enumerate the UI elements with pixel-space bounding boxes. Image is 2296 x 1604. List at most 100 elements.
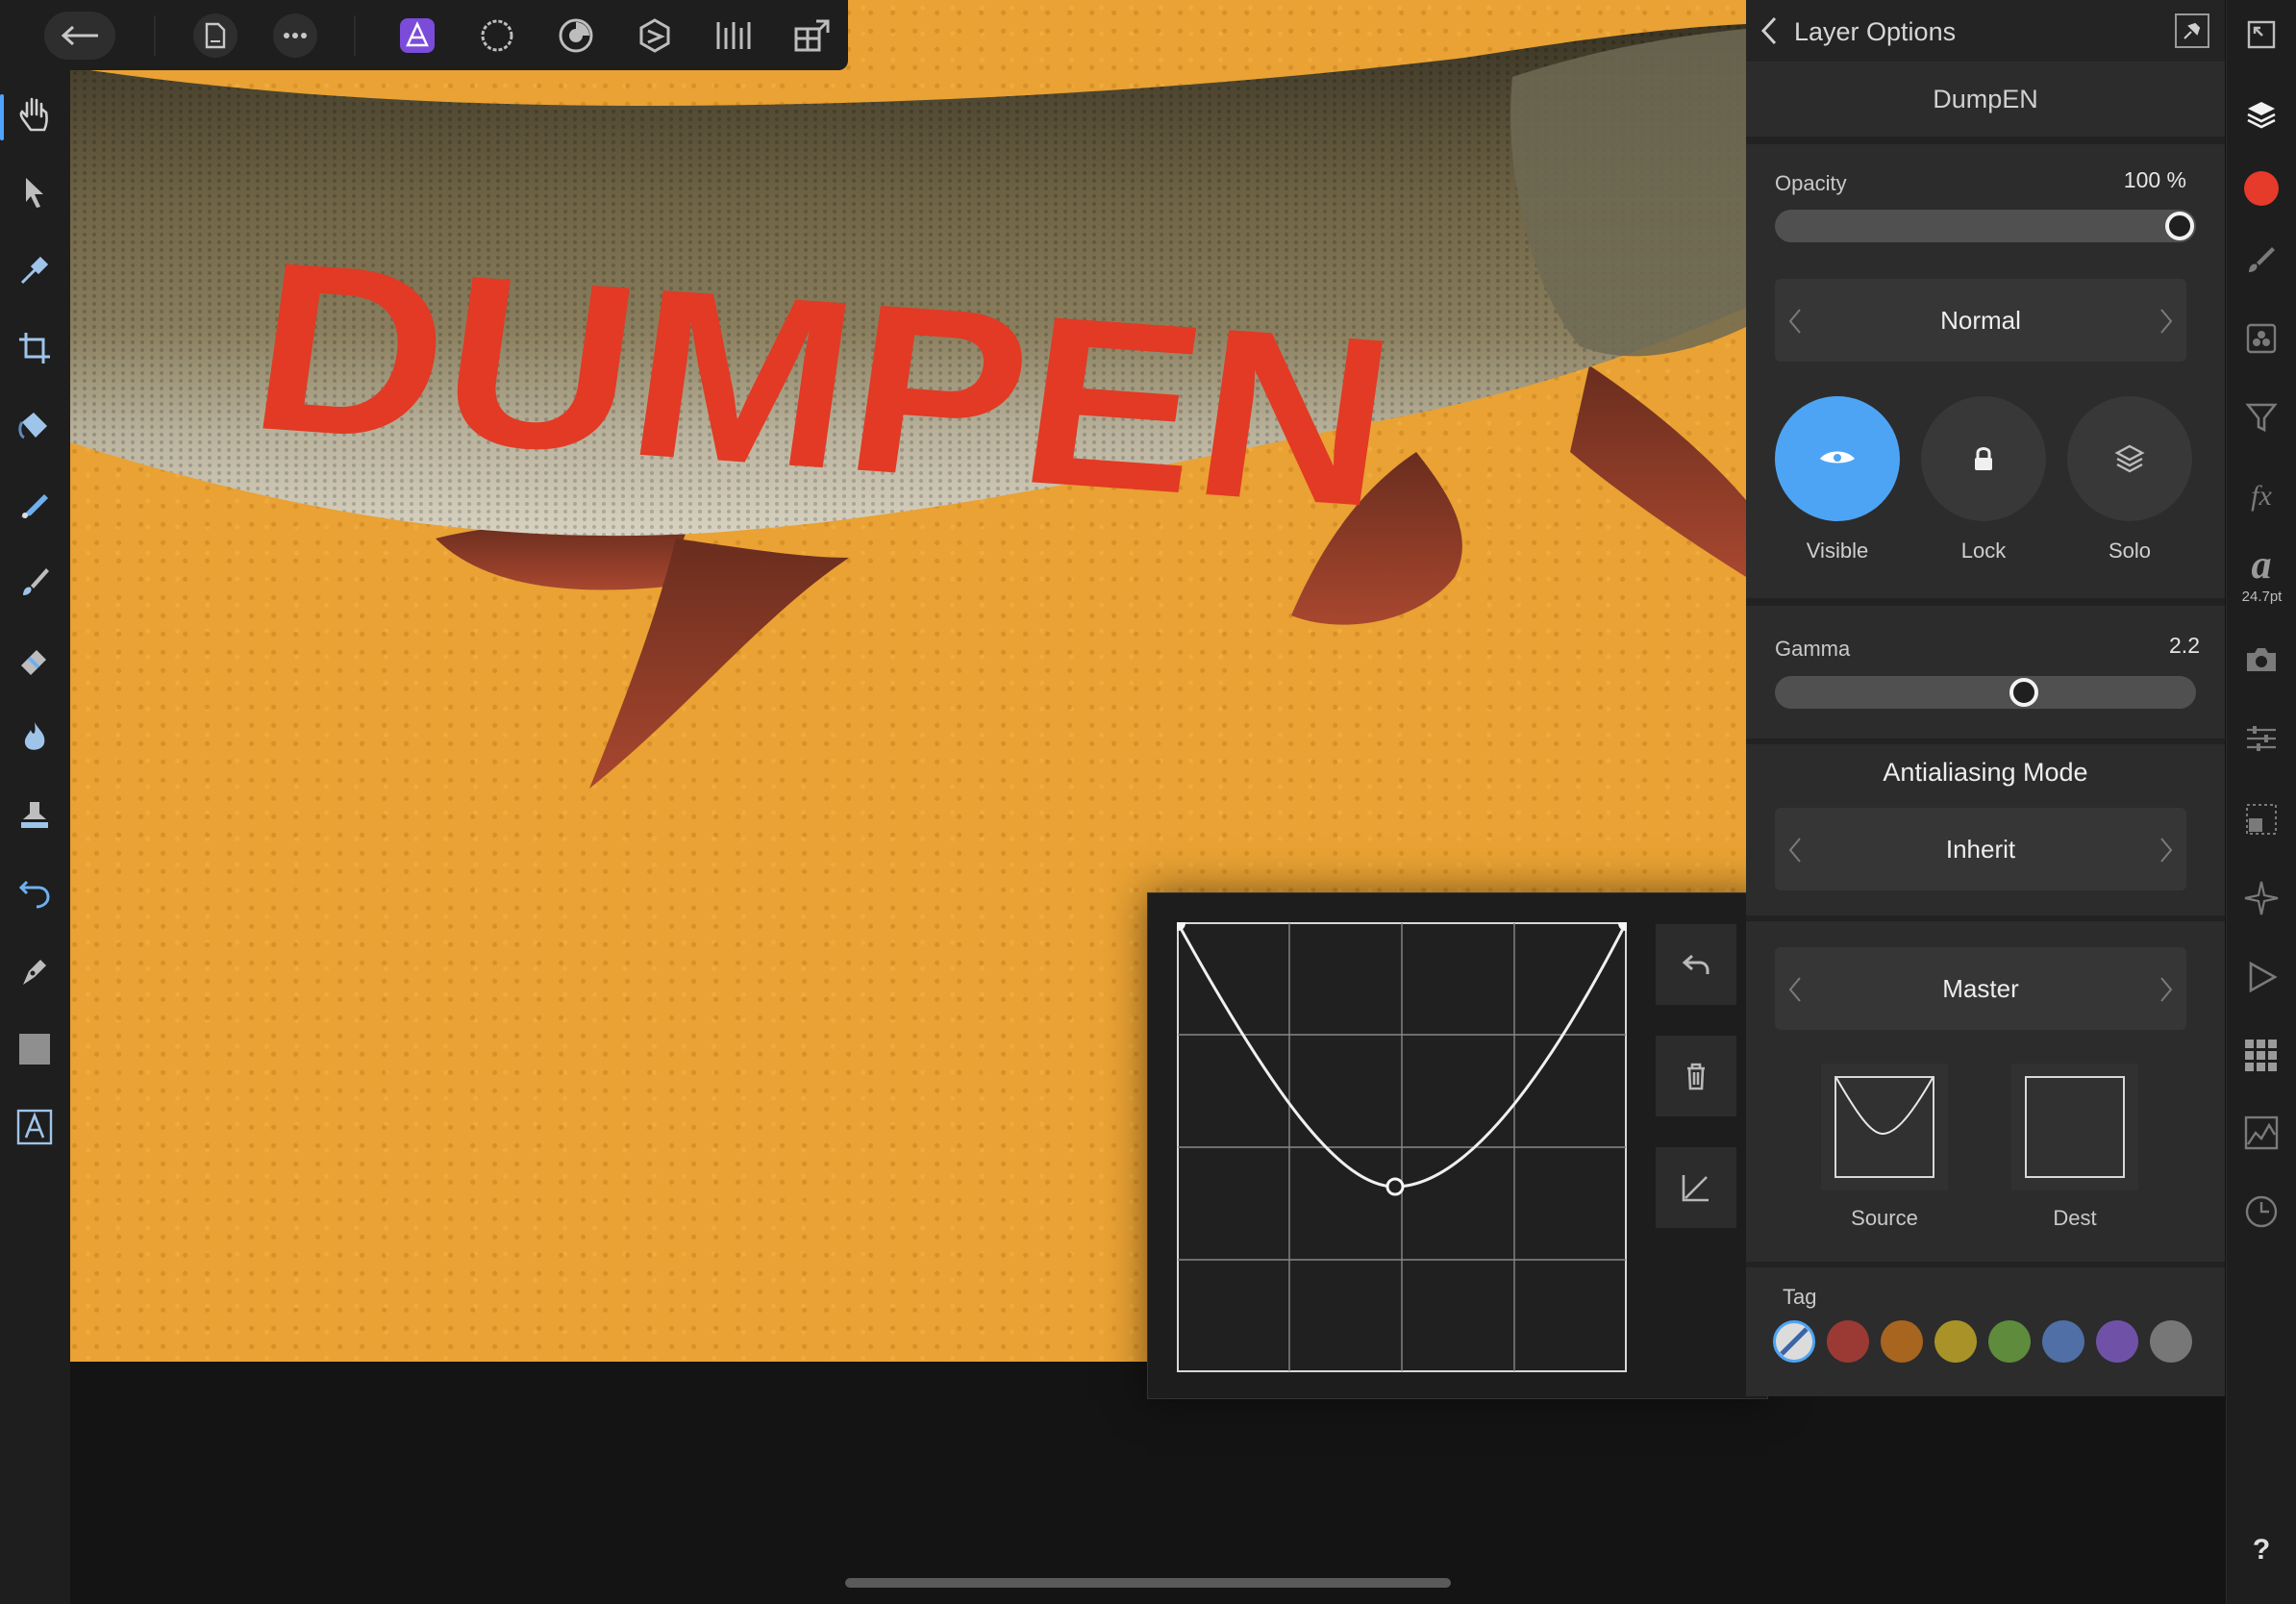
lock-label: Lock: [1960, 539, 2007, 563]
tag-color-swatch[interactable]: [2096, 1320, 2138, 1363]
gamma-slider[interactable]: [1775, 676, 2196, 709]
flood-fill-tool[interactable]: [13, 405, 56, 447]
tag-label: Tag: [1783, 1285, 1817, 1309]
panel-header: Layer Options: [1746, 0, 2225, 62]
channel-selector[interactable]: Master: [1775, 947, 2186, 1030]
color-icon: [2244, 171, 2279, 206]
opacity-slider[interactable]: [1775, 210, 2196, 242]
tag-color-swatch[interactable]: [1934, 1320, 1977, 1363]
visible-toggle[interactable]: [1775, 396, 1900, 521]
photo-persona-button[interactable]: [395, 13, 439, 58]
antialiasing-selector[interactable]: Inherit: [1775, 808, 2186, 890]
tag-color-swatch[interactable]: [1988, 1320, 2031, 1363]
back-button[interactable]: [44, 12, 115, 60]
snapshots-studio-button[interactable]: [2240, 639, 2283, 681]
assistant-button[interactable]: [790, 13, 835, 58]
layer-options-panel: Layer Options DumpEN Opacity 100 % Norma…: [1746, 0, 2225, 1396]
panel-title: Layer Options: [1794, 17, 1957, 46]
text-tool[interactable]: [13, 1106, 56, 1148]
chevron-right-icon[interactable]: [2159, 976, 2173, 1003]
blend-ranges-popover: [1147, 892, 1768, 1399]
dest-label: Dest: [2053, 1206, 2097, 1230]
dodge-burn-tool[interactable]: [13, 716, 56, 759]
curve-graph[interactable]: [1177, 922, 1627, 1372]
blend-mode-selector[interactable]: Normal: [1775, 279, 2186, 362]
help-button[interactable]: ?: [2240, 1529, 2283, 1571]
tag-color-swatch[interactable]: [1827, 1320, 1869, 1363]
tone-map-persona-button[interactable]: [633, 13, 677, 58]
adjustments-studio-button[interactable]: [2240, 396, 2283, 439]
linear-curve-icon: [1682, 1175, 1709, 1202]
toolbar-separator: [154, 15, 156, 56]
rectangle-tool[interactable]: [13, 1028, 56, 1070]
develop-persona-button[interactable]: [554, 13, 598, 58]
reset-icon: [1682, 954, 1710, 974]
sliders-icon: [2247, 726, 2276, 751]
color-picker-tool[interactable]: [13, 249, 56, 291]
fullscreen-button[interactable]: [2240, 13, 2283, 56]
tag-none-swatch[interactable]: [1773, 1320, 1815, 1363]
gamma-value: 2.2: [2169, 633, 2200, 658]
more-button[interactable]: [273, 13, 317, 58]
navigator-studio-button[interactable]: [2240, 798, 2283, 840]
text-styles-icon: a: [2251, 543, 2272, 588]
liquify-persona-button[interactable]: [475, 13, 519, 58]
pin-panel-button[interactable]: [2175, 13, 2209, 48]
paint-brush-tool[interactable]: [13, 561, 56, 603]
tag-color-swatch[interactable]: [2150, 1320, 2192, 1363]
tag-color-swatch[interactable]: [1881, 1320, 1923, 1363]
layers-studio-button[interactable]: [2240, 94, 2283, 137]
macro-studio-button[interactable]: [2240, 956, 2283, 998]
histogram-studio-button[interactable]: [2240, 1112, 2283, 1154]
source-curve-thumbnail[interactable]: [1821, 1064, 1948, 1190]
chevron-left-icon[interactable]: [1759, 15, 1779, 46]
linear-curve-button[interactable]: [1656, 1147, 1736, 1228]
brushes-studio-button[interactable]: [2240, 238, 2283, 281]
reset-curve-button[interactable]: [1656, 924, 1736, 1005]
gamma-slider-thumb[interactable]: [2009, 678, 2039, 707]
pin-icon: [2184, 22, 2201, 39]
fx-studio-button[interactable]: fx: [2240, 475, 2283, 517]
undo-brush-icon: [18, 880, 50, 909]
arrow-left-icon: [61, 25, 98, 46]
antialiasing-title: Antialiasing Mode: [1883, 758, 2088, 787]
curve-node[interactable]: [1385, 1177, 1405, 1196]
selection-brush-tool[interactable]: [13, 483, 56, 525]
opacity-value: 100 %: [2123, 167, 2186, 192]
delete-node-button[interactable]: [1656, 1036, 1736, 1116]
chevron-right-icon[interactable]: [2159, 308, 2173, 335]
history-studio-button[interactable]: [2240, 1190, 2283, 1233]
chevron-right-icon[interactable]: [2159, 837, 2173, 864]
pen-nib-icon: [23, 960, 46, 985]
document-menu-button[interactable]: [193, 13, 237, 58]
clone-tool[interactable]: [13, 794, 56, 837]
rectangle-icon: [19, 1034, 50, 1065]
tone-map-persona-icon: [639, 18, 670, 53]
solo-toggle[interactable]: [2067, 396, 2192, 521]
export-persona-button[interactable]: [711, 13, 756, 58]
crop-tool[interactable]: [13, 327, 56, 369]
document-icon: [205, 22, 226, 49]
studio-bar: fx a 24.7pt ?: [2226, 0, 2296, 1604]
grid-icon: [2245, 1040, 2277, 1071]
text-styles-studio-button[interactable]: a: [2240, 544, 2283, 587]
color-studio-button[interactable]: [2240, 167, 2283, 210]
tag-color-swatch[interactable]: [2042, 1320, 2084, 1363]
channels-studio-button[interactable]: [2240, 317, 2283, 360]
camera-icon: [2247, 648, 2276, 671]
move-tool[interactable]: [13, 171, 56, 213]
transform-studio-button[interactable]: [2240, 717, 2283, 760]
erase-brush-tool[interactable]: [13, 639, 56, 681]
dest-curve-thumbnail[interactable]: [2011, 1064, 2138, 1190]
stock-studio-button[interactable]: [2240, 877, 2283, 919]
pen-tool[interactable]: [13, 950, 56, 992]
fullscreen-icon: [2247, 20, 2276, 49]
swatches-studio-button[interactable]: [2240, 1035, 2283, 1077]
lock-toggle[interactable]: [1921, 396, 2046, 521]
develop-persona-icon: [559, 18, 593, 53]
undo-brush-tool[interactable]: [13, 872, 56, 915]
opacity-slider-thumb[interactable]: [2165, 212, 2194, 240]
pectoral-fin: [1570, 365, 1746, 577]
stamp-icon: [21, 802, 48, 828]
view-tool[interactable]: [13, 93, 56, 136]
